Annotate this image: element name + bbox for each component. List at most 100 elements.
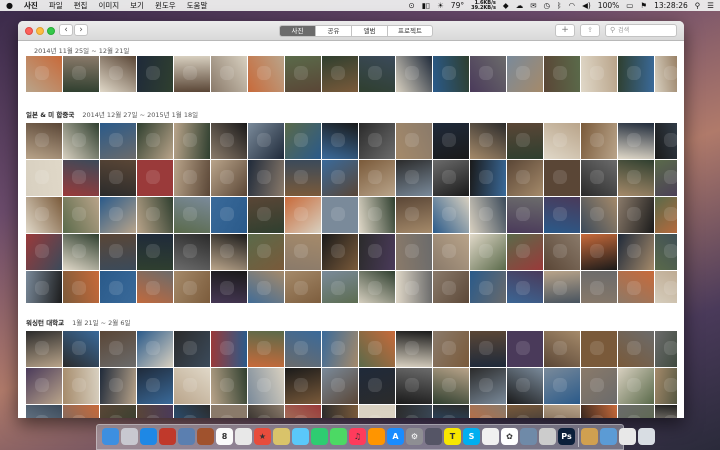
photo-thumbnail[interactable] [174, 271, 210, 303]
tab-photos[interactable]: 사진 [280, 26, 316, 36]
applications-folder-icon[interactable] [581, 428, 598, 445]
preview-icon[interactable] [178, 428, 195, 445]
photo-thumbnail[interactable] [470, 160, 506, 196]
photo-thumbnail[interactable] [507, 368, 543, 404]
photo-thumbnail[interactable] [211, 405, 247, 418]
photo-thumbnail[interactable] [470, 271, 506, 303]
photo-thumbnail[interactable] [359, 123, 395, 159]
photo-thumbnail[interactable] [544, 160, 580, 196]
photo-thumbnail[interactable] [137, 197, 173, 233]
photo-thumbnail[interactable] [655, 368, 677, 404]
photo-thumbnail[interactable] [618, 160, 654, 196]
safari-icon[interactable] [140, 428, 157, 445]
notification-center-icon[interactable]: ☰ [707, 1, 714, 10]
launchpad-icon[interactable] [121, 428, 138, 445]
moment-header[interactable]: 일본 & 미 합중국 2014년 12월 27일 ~ 2015년 1월 18일 [26, 109, 198, 119]
photo-thumbnail[interactable] [63, 197, 99, 233]
photo-thumbnail[interactable] [285, 331, 321, 367]
photo-thumbnail[interactable] [26, 160, 62, 196]
menu-image[interactable]: 이미지 [98, 0, 119, 11]
photo-thumbnail[interactable] [359, 368, 395, 404]
photo-thumbnail[interactable] [507, 197, 543, 233]
photo-thumbnail[interactable] [655, 123, 677, 159]
photo-thumbnail[interactable] [470, 234, 506, 270]
photo-thumbnail[interactable] [581, 197, 617, 233]
clock[interactable]: 13:28:26 [654, 1, 688, 10]
photo-thumbnail[interactable] [433, 405, 469, 418]
photo-thumbnail[interactable] [581, 56, 617, 92]
tab-projects[interactable]: 프로젝트 [388, 26, 432, 36]
battery-percent[interactable]: 100% [598, 1, 619, 10]
utility-icon[interactable] [539, 428, 556, 445]
textedit-icon[interactable] [482, 428, 499, 445]
photo-thumbnail[interactable] [396, 234, 432, 270]
photo-thumbnail[interactable] [507, 271, 543, 303]
photo-thumbnail[interactable] [433, 197, 469, 233]
photo-thumbnail[interactable] [433, 368, 469, 404]
battery-icon[interactable]: ▭ [626, 1, 633, 10]
photo-thumbnail[interactable] [433, 123, 469, 159]
photo-thumbnail[interactable] [174, 331, 210, 367]
photo-thumbnail[interactable] [285, 234, 321, 270]
photo-thumbnail[interactable] [26, 197, 62, 233]
photo-thumbnail[interactable] [655, 271, 677, 303]
archive-icon[interactable] [520, 428, 537, 445]
photo-thumbnail[interactable] [470, 197, 506, 233]
tab-shared[interactable]: 공유 [316, 26, 352, 36]
photo-thumbnail[interactable] [507, 56, 543, 92]
photo-thumbnail[interactable] [507, 331, 543, 367]
messages-icon[interactable] [292, 428, 309, 445]
photo-thumbnail[interactable] [322, 56, 358, 92]
photo-thumbnail[interactable] [63, 271, 99, 303]
downloads-folder-icon[interactable] [600, 428, 617, 445]
photo-thumbnail[interactable] [544, 271, 580, 303]
notes-icon[interactable] [273, 428, 290, 445]
forward-button[interactable]: › [74, 24, 88, 36]
dropbox-icon[interactable]: ◆ [503, 1, 509, 10]
photo-thumbnail[interactable] [285, 56, 321, 92]
photo-thumbnail[interactable] [211, 234, 247, 270]
photo-thumbnail[interactable] [174, 405, 210, 418]
zoom-window-button[interactable] [47, 27, 55, 35]
apple-menu-icon[interactable]: ● [6, 1, 16, 10]
photo-thumbnail[interactable] [581, 331, 617, 367]
photo-thumbnail[interactable] [211, 368, 247, 404]
photo-thumbnail[interactable] [655, 56, 677, 92]
flag-icon[interactable]: ⚑ [640, 1, 647, 10]
photo-thumbnail[interactable] [248, 197, 284, 233]
photo-thumbnail[interactable] [26, 123, 62, 159]
skype-icon[interactable]: S [463, 428, 480, 445]
photo-thumbnail[interactable] [63, 331, 99, 367]
photo-thumbnail[interactable] [137, 234, 173, 270]
photo-thumbnail[interactable] [174, 123, 210, 159]
photo-thumbnail[interactable] [359, 56, 395, 92]
photo-thumbnail[interactable] [248, 271, 284, 303]
photo-thumbnail[interactable] [581, 160, 617, 196]
photo-thumbnail[interactable] [63, 405, 99, 418]
moment-header[interactable]: 2014년 11월 25일 ~ 12월 21일 [26, 45, 129, 55]
photo-thumbnail[interactable] [100, 234, 136, 270]
finder-icon[interactable] [102, 428, 119, 445]
photo-thumbnail[interactable] [100, 123, 136, 159]
photo-thumbnail[interactable] [618, 197, 654, 233]
photo-thumbnail[interactable] [63, 123, 99, 159]
photo-thumbnail[interactable] [211, 197, 247, 233]
photo-thumbnail[interactable] [322, 123, 358, 159]
photo-thumbnail[interactable] [137, 160, 173, 196]
temperature-label[interactable]: 79° [451, 1, 464, 10]
photo-thumbnail[interactable] [581, 123, 617, 159]
photo-thumbnail[interactable] [581, 368, 617, 404]
photo-thumbnail[interactable] [655, 197, 677, 233]
photo-thumbnail[interactable] [433, 331, 469, 367]
menu-help[interactable]: 도움말 [187, 0, 208, 11]
photo-thumbnail[interactable] [63, 56, 99, 92]
photo-thumbnail[interactable] [470, 368, 506, 404]
photo-thumbnail[interactable] [174, 160, 210, 196]
photo-thumbnail[interactable] [396, 123, 432, 159]
photo-thumbnail[interactable] [581, 234, 617, 270]
facetime-icon[interactable] [311, 428, 328, 445]
photo-thumbnail[interactable] [322, 234, 358, 270]
mail-icon[interactable]: ✉ [530, 1, 536, 10]
photo-thumbnail[interactable] [544, 197, 580, 233]
photo-thumbnail[interactable] [100, 271, 136, 303]
